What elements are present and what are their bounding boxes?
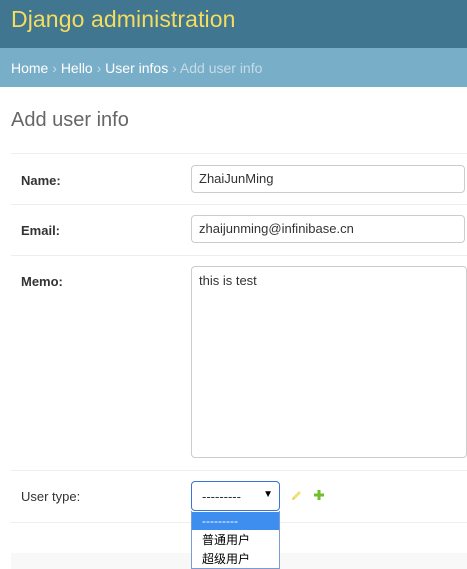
breadcrumb: Home › Hello › User infos › Add user inf… [0,48,467,87]
row-divider [11,255,467,256]
user-type-option[interactable]: 超级用户 [192,550,279,568]
pencil-icon[interactable] [290,488,302,502]
breadcrumb-app-link[interactable]: Hello [61,60,93,76]
breadcrumb-separator: › [52,60,57,76]
breadcrumb-current: Add user info [179,60,263,76]
breadcrumb-separator: › [96,60,102,76]
page-title: Add user info [11,109,129,131]
plus-icon[interactable] [313,489,325,501]
name-field[interactable]: ZhaiJunMing [191,165,465,193]
dropdown-arrow-icon: ▼ [263,489,273,500]
breadcrumb-model-link[interactable]: User infos [105,60,168,76]
breadcrumb-trail: Home › Hello › User infos › Add user inf… [11,60,262,76]
row-divider [11,204,467,205]
user-type-label: User type: [21,489,81,504]
site-branding[interactable]: Django administration [11,6,236,33]
breadcrumb-separator: › [172,60,177,76]
breadcrumb-home-link[interactable]: Home [11,60,48,76]
name-label: Name: [21,173,61,188]
row-divider [11,470,467,471]
row-divider [11,153,467,154]
user-type-option[interactable]: 普通用户 [192,531,279,549]
user-type-options-list: --------- 普通用户 超级用户 [191,511,280,569]
user-type-select[interactable]: --------- ▼ [191,481,280,511]
email-label: Email: [21,223,61,238]
email-field[interactable]: zhaijunming@infinibase.cn [191,215,465,243]
memo-label: Memo: [21,274,63,289]
user-type-selected-value: --------- [202,489,241,504]
memo-textarea[interactable]: this is test [191,266,467,458]
user-type-option[interactable]: --------- [192,512,279,530]
header: Django administration [0,0,467,48]
